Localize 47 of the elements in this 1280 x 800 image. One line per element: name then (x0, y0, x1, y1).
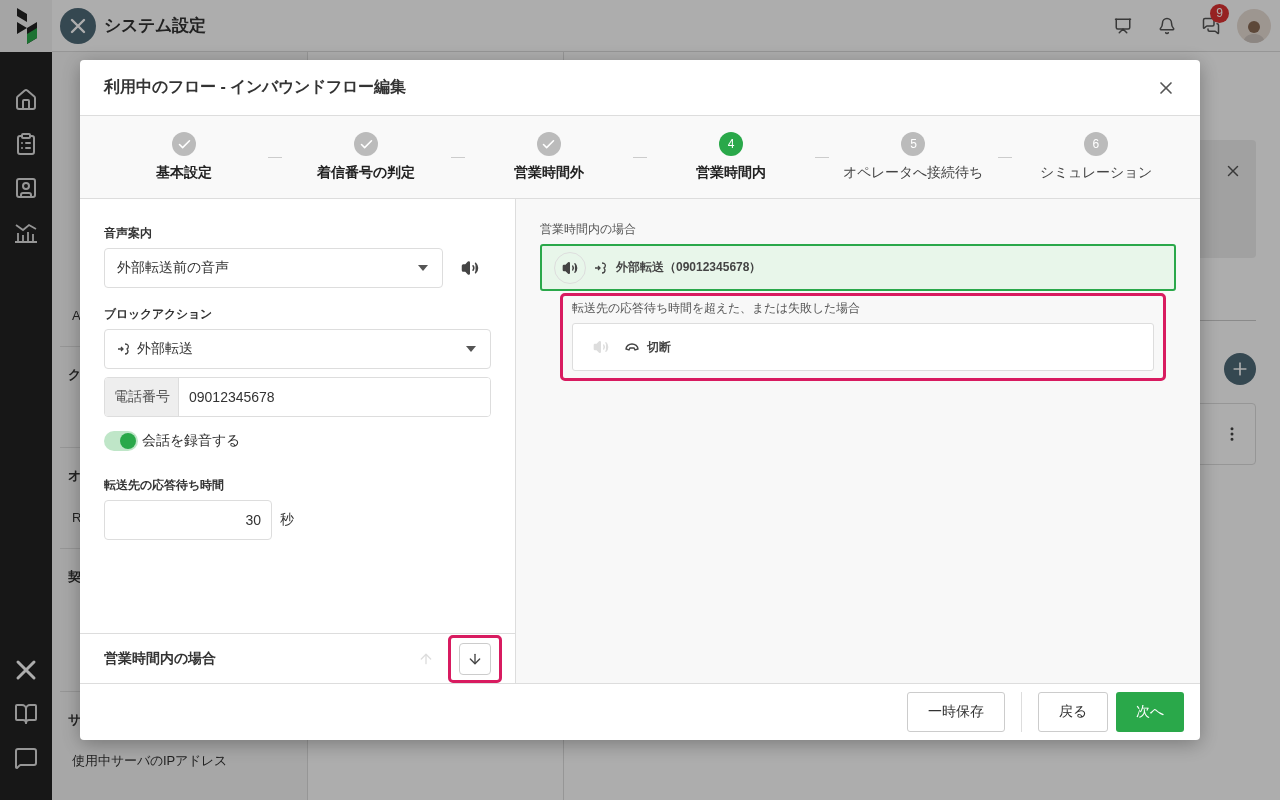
step-label[interactable]: シミュレーション (1039, 164, 1152, 182)
step-number: 4 (719, 132, 744, 156)
field-label: ブロックアクション (104, 306, 213, 323)
caret-icon (418, 265, 428, 271)
sidebar-item[interactable]: A (72, 294, 81, 336)
add-button[interactable] (1224, 353, 1256, 385)
step-number: 6 (1083, 132, 1108, 156)
save-draft-button[interactable]: 一時保存 (907, 692, 1005, 732)
step-label[interactable]: 着信番号の判定 (317, 164, 416, 182)
sidebar-item[interactable]: 使用中サーバのIPアドレス (72, 740, 228, 782)
section-heading: 契 (68, 568, 81, 586)
unit-label: 秒 (280, 511, 294, 529)
step-label[interactable]: 営業時間外 (513, 164, 584, 182)
avatar[interactable] (1237, 8, 1271, 43)
logo-icon (15, 7, 37, 44)
record-toggle[interactable] (104, 431, 138, 451)
step-number: 5 (901, 132, 926, 156)
step-label[interactable]: 営業時間内 (696, 164, 767, 182)
notification-badge: 9 (1210, 3, 1229, 23)
hang-up-icon (625, 342, 639, 352)
move-down-button[interactable] (459, 642, 491, 675)
section-heading: オ (68, 467, 81, 485)
section-heading: ク (68, 366, 81, 384)
field-label: 音声案内 (104, 225, 153, 242)
flow-node[interactable]: 外部転送（09012345678） (540, 244, 1176, 291)
caret-icon (466, 346, 476, 352)
step-label[interactable]: オペレータへ接続待ち (843, 164, 984, 182)
chat-icon[interactable] (1202, 16, 1220, 35)
sidebar-item[interactable]: R (72, 496, 82, 538)
step-label[interactable]: 基本設定 (156, 164, 213, 182)
section-title: 営業時間内の場合 (104, 649, 217, 668)
flow-node[interactable]: 切断 (572, 323, 1154, 371)
speaker-icon[interactable] (461, 259, 479, 277)
toggle-label: 会話を録音する (142, 432, 240, 450)
section-heading: サ (68, 711, 81, 729)
transfer-icon (117, 342, 131, 356)
transfer-icon (594, 260, 608, 275)
page-title: システム設定 (104, 15, 207, 37)
action-select[interactable]: 外部転送 (104, 329, 491, 369)
branch-label: 転送先の応答待ち時間を超えた、または失敗した場合 (572, 300, 861, 317)
flow-label: 営業時間内の場合 (540, 221, 637, 238)
wait-time-field[interactable]: 30 (104, 500, 272, 540)
phone-field[interactable]: 電話番号 09012345678 (104, 377, 491, 417)
back-button[interactable]: 戻る (1038, 692, 1108, 732)
voice-select[interactable]: 外部転送前の音声 (104, 248, 443, 288)
dialog-title: 利用中のフロー - インバウンドフロー編集 (104, 77, 408, 97)
field-label: 転送先の応答待ち時間 (104, 477, 225, 494)
